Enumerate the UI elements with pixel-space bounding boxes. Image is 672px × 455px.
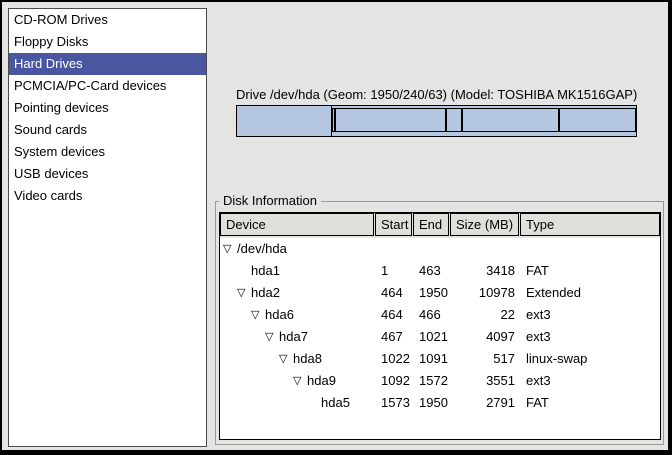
- expander-open-icon[interactable]: ▽: [223, 238, 237, 260]
- sidebar-item-label: USB devices: [14, 166, 88, 181]
- start-cell: [375, 238, 412, 260]
- size-cell: 517: [450, 348, 519, 370]
- end-cell: [413, 238, 449, 260]
- sidebar-item-label: Hard Drives: [14, 56, 83, 71]
- size-cell: [450, 238, 519, 260]
- device-name: hda7: [279, 329, 308, 344]
- partition-segment-hda7: [335, 108, 447, 132]
- size-cell: 3418: [450, 260, 519, 282]
- sidebar-item-label: Video cards: [14, 188, 82, 203]
- start-cell: 464: [375, 282, 412, 304]
- start-cell: 1092: [375, 370, 412, 392]
- sidebar-item-label: System devices: [14, 144, 105, 159]
- size-cell: 3551: [450, 370, 519, 392]
- column-header-type[interactable]: Type: [520, 213, 660, 236]
- size-cell: 4097: [450, 326, 519, 348]
- device-name: /dev/hda: [237, 241, 287, 256]
- start-cell: 1573: [375, 392, 412, 414]
- end-cell: 1091: [413, 348, 449, 370]
- partition-segment-hda1: [237, 106, 332, 136]
- device-name: hda8: [293, 351, 322, 366]
- disk-information-frame-label: Disk Information: [219, 193, 321, 209]
- type-cell: ext3: [520, 370, 660, 392]
- device-cell: hda5: [220, 392, 374, 414]
- device-cell: ▽hda7: [220, 326, 374, 348]
- partition-segment-hda9: [462, 108, 559, 132]
- disk-table: DeviceStartEndSize (MB)Type ▽/dev/hdahda…: [219, 212, 661, 440]
- table-row-hda2[interactable]: ▽hda2464195010978Extended: [220, 282, 660, 304]
- table-row-hda1[interactable]: hda1 14633418FAT: [220, 260, 660, 282]
- table-row-dev-hda[interactable]: ▽/dev/hda: [220, 238, 660, 260]
- sidebar-item-cd-rom-drives[interactable]: CD-ROM Drives: [9, 9, 206, 31]
- type-cell: ext3: [520, 304, 660, 326]
- expander-open-icon[interactable]: ▽: [265, 326, 279, 348]
- sidebar-item-usb-devices[interactable]: USB devices: [9, 163, 206, 185]
- device-cell: hda1: [220, 260, 374, 282]
- column-header-end[interactable]: End: [413, 213, 449, 236]
- sidebar-item-floppy-disks[interactable]: Floppy Disks: [9, 31, 206, 53]
- table-row-hda7[interactable]: ▽hda746710214097ext3: [220, 326, 660, 348]
- device-name: hda9: [307, 373, 336, 388]
- partition-segment-hda2: [332, 106, 636, 136]
- start-cell: 1: [375, 260, 412, 282]
- hardware-browser-window: CD-ROM Drives Floppy Disks Hard Drives PCMC…: [0, 0, 672, 455]
- table-row-hda6[interactable]: ▽hda646446622ext3: [220, 304, 660, 326]
- type-cell: linux-swap: [520, 348, 660, 370]
- type-cell: [520, 238, 660, 260]
- type-cell: FAT: [520, 260, 660, 282]
- size-cell: 2791: [450, 392, 519, 414]
- type-cell: Extended: [520, 282, 660, 304]
- end-cell: 1950: [413, 392, 449, 414]
- sidebar-item-label: PCMCIA/PC-Card devices: [14, 78, 166, 93]
- device-name: hda6: [265, 307, 294, 322]
- sidebar-item-label: Pointing devices: [14, 100, 109, 115]
- device-cell: ▽hda2: [220, 282, 374, 304]
- expander-open-icon[interactable]: ▽: [279, 348, 293, 370]
- sidebar-item-pcmcia-pc-card-devices[interactable]: PCMCIA/PC-Card devices: [9, 75, 206, 97]
- expander-open-icon[interactable]: ▽: [293, 370, 307, 392]
- end-cell: 1021: [413, 326, 449, 348]
- table-row-hda9[interactable]: ▽hda9109215723551ext3: [220, 370, 660, 392]
- device-cell: ▽hda8: [220, 348, 374, 370]
- device-name: hda1: [251, 263, 280, 278]
- sidebar-item-sound-cards[interactable]: Sound cards: [9, 119, 206, 141]
- sidebar-item-pointing-devices[interactable]: Pointing devices: [9, 97, 206, 119]
- start-cell: 1022: [375, 348, 412, 370]
- device-cell: ▽hda9: [220, 370, 374, 392]
- drive-title: Drive /dev/hda (Geom: 1950/240/63) (Mode…: [236, 87, 637, 102]
- start-cell: 464: [375, 304, 412, 326]
- sidebar-item-video-cards[interactable]: Video cards: [9, 185, 206, 207]
- device-category-list[interactable]: CD-ROM Drives Floppy Disks Hard Drives PCMC…: [8, 8, 207, 447]
- sidebar-item-hard-drives[interactable]: Hard Drives: [9, 53, 206, 75]
- type-cell: FAT: [520, 392, 660, 414]
- table-row-hda8[interactable]: ▽hda810221091517linux-swap: [220, 348, 660, 370]
- disk-table-body: ▽/dev/hdahda114633418FAT▽hda246419501097…: [220, 238, 660, 414]
- device-cell: ▽hda6: [220, 304, 374, 326]
- start-cell: 467: [375, 326, 412, 348]
- expander-open-icon[interactable]: ▽: [251, 304, 265, 326]
- end-cell: 1950: [413, 282, 449, 304]
- sidebar-item-label: CD-ROM Drives: [14, 12, 108, 27]
- device-name: hda2: [251, 285, 280, 300]
- column-header-size-mb[interactable]: Size (MB): [450, 213, 519, 236]
- device-name: hda5: [321, 395, 350, 410]
- size-cell: 10978: [450, 282, 519, 304]
- column-header-start[interactable]: Start: [375, 213, 412, 236]
- partition-bar: [236, 105, 637, 137]
- end-cell: 1572: [413, 370, 449, 392]
- column-header-device[interactable]: Device: [220, 213, 374, 236]
- partition-segment-hda5: [559, 108, 636, 132]
- type-cell: ext3: [520, 326, 660, 348]
- table-row-hda5[interactable]: hda5 157319502791FAT: [220, 392, 660, 414]
- end-cell: 466: [413, 304, 449, 326]
- disk-table-header: DeviceStartEndSize (MB)Type: [220, 213, 660, 238]
- size-cell: 22: [450, 304, 519, 326]
- sidebar-item-label: Floppy Disks: [14, 34, 88, 49]
- partition-segment-hda8: [446, 108, 462, 132]
- sidebar-item-label: Sound cards: [14, 122, 87, 137]
- end-cell: 463: [413, 260, 449, 282]
- device-cell: ▽/dev/hda: [220, 238, 374, 260]
- expander-open-icon[interactable]: ▽: [237, 282, 251, 304]
- sidebar-item-system-devices[interactable]: System devices: [9, 141, 206, 163]
